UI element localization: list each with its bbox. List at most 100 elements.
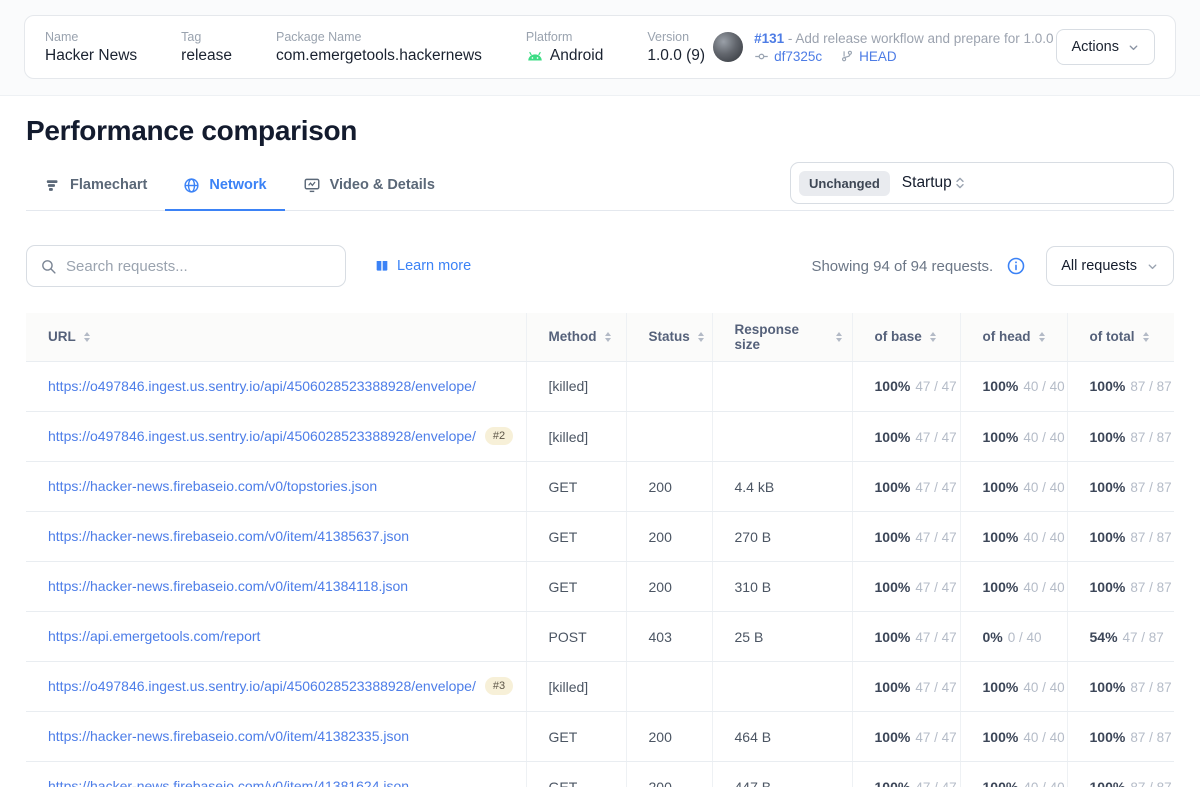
- response-size-cell: 310 B: [712, 562, 852, 612]
- field-label: Tag: [181, 30, 232, 44]
- tab-video-details[interactable]: Video & Details: [285, 163, 453, 211]
- request-url-link[interactable]: https://api.emergetools.com/report: [48, 628, 260, 644]
- branch-icon: [840, 49, 854, 63]
- updown-chevrons-icon: [952, 175, 968, 191]
- of-total-cell: 100%87 / 87: [1067, 361, 1174, 412]
- android-icon: [526, 48, 544, 64]
- table-row[interactable]: https://hacker-news.firebaseio.com/v0/it…: [26, 762, 1174, 787]
- of-base-cell: 100%47 / 47: [852, 762, 960, 787]
- response-size-cell: [712, 662, 852, 712]
- pr-title-text: - Add release workflow and prepare for 1…: [784, 31, 1053, 46]
- column-header-response-size[interactable]: Response size: [712, 313, 852, 361]
- pr-number-link[interactable]: #131: [754, 31, 784, 46]
- status-badge: Unchanged: [799, 171, 890, 196]
- of-total-cell: 100%87 / 87: [1067, 562, 1174, 612]
- of-head-cell: 100%40 / 40: [960, 762, 1067, 787]
- method-cell: GET: [526, 712, 626, 762]
- field-platform: Platform Android: [526, 30, 603, 65]
- of-base-cell: 100%47 / 47: [852, 712, 960, 762]
- chevron-down-icon: [1146, 260, 1159, 273]
- table-row[interactable]: https://hacker-news.firebaseio.com/v0/it…: [26, 512, 1174, 562]
- chevron-down-icon: [1127, 41, 1140, 54]
- request-url-link[interactable]: https://hacker-news.firebaseio.com/v0/it…: [48, 778, 409, 787]
- flamechart-icon: [44, 177, 61, 194]
- request-url-link[interactable]: https://hacker-news.firebaseio.com/v0/it…: [48, 578, 408, 594]
- status-cell: [626, 662, 712, 712]
- table-row[interactable]: https://hacker-news.firebaseio.com/v0/to…: [26, 462, 1174, 512]
- status-cell: 403: [626, 612, 712, 662]
- of-head-cell: 100%40 / 40: [960, 712, 1067, 762]
- tab-label: Flamechart: [70, 177, 147, 193]
- status-cell: 200: [626, 562, 712, 612]
- sort-icon: [836, 332, 842, 342]
- table-body: https://o497846.ingest.us.sentry.io/api/…: [26, 361, 1174, 787]
- video-icon: [303, 176, 321, 194]
- branch-link[interactable]: HEAD: [859, 49, 897, 64]
- table-row[interactable]: https://api.emergetools.com/report POST …: [26, 612, 1174, 662]
- of-base-cell: 100%47 / 47: [852, 612, 960, 662]
- column-header-of-head[interactable]: of head: [960, 313, 1067, 361]
- commit-sha-link[interactable]: df7325c: [774, 49, 822, 64]
- table-row[interactable]: https://hacker-news.firebaseio.com/v0/it…: [26, 562, 1174, 612]
- commit-icon: [754, 49, 769, 64]
- field-label: Version: [647, 30, 705, 44]
- tab-network[interactable]: Network: [165, 163, 284, 211]
- field-value: Hacker News: [45, 47, 137, 65]
- request-url-link[interactable]: https://o497846.ingest.us.sentry.io/api/…: [48, 428, 476, 444]
- comparison-select-value: Startup: [902, 174, 952, 192]
- of-total-cell: 100%87 / 87: [1067, 462, 1174, 512]
- response-size-cell: [712, 361, 852, 412]
- field-package-name: Package Name com.emergetools.hackernews: [276, 30, 482, 65]
- method-cell: GET: [526, 562, 626, 612]
- sort-icon: [698, 332, 704, 342]
- of-head-cell: 100%40 / 40: [960, 562, 1067, 612]
- field-value: 1.0.0 (9): [647, 47, 705, 65]
- actions-button[interactable]: Actions: [1056, 29, 1155, 65]
- request-filter-dropdown[interactable]: All requests: [1046, 246, 1174, 286]
- of-total-cell: 100%87 / 87: [1067, 712, 1174, 762]
- column-header-of-base[interactable]: of base: [852, 313, 960, 361]
- top-band: Name Hacker News Tag release Package Nam…: [0, 0, 1200, 96]
- field-label: Name: [45, 30, 137, 44]
- method-cell: [killed]: [526, 662, 626, 712]
- status-cell: [626, 361, 712, 412]
- table-row[interactable]: https://o497846.ingest.us.sentry.io/api/…: [26, 662, 1174, 712]
- request-url-link[interactable]: https://o497846.ingest.us.sentry.io/api/…: [48, 378, 476, 394]
- field-value: release: [181, 47, 232, 65]
- book-icon: [374, 258, 390, 274]
- actions-button-label: Actions: [1071, 39, 1119, 55]
- request-url-link[interactable]: https://hacker-news.firebaseio.com/v0/to…: [48, 478, 377, 494]
- column-header-method[interactable]: Method: [526, 313, 626, 361]
- info-icon[interactable]: [1006, 256, 1026, 276]
- tab-label: Network: [209, 177, 266, 193]
- method-cell: [killed]: [526, 412, 626, 462]
- table-row[interactable]: https://o497846.ingest.us.sentry.io/api/…: [26, 412, 1174, 462]
- field-value: Android: [550, 47, 603, 65]
- request-count-badge: #2: [485, 427, 513, 445]
- response-size-cell: 447 B: [712, 762, 852, 787]
- comparison-select[interactable]: Unchanged Startup: [790, 162, 1174, 204]
- tabs: Flamechart Network Video & Details: [26, 163, 453, 210]
- column-header-of-total[interactable]: of total: [1067, 313, 1174, 361]
- field-version: Version 1.0.0 (9): [647, 30, 705, 65]
- column-header-status[interactable]: Status: [626, 313, 712, 361]
- tab-flamechart[interactable]: Flamechart: [26, 163, 165, 211]
- learn-more-link[interactable]: Learn more: [374, 258, 471, 274]
- column-header-url[interactable]: URL: [26, 313, 526, 361]
- of-total-cell: 54%47 / 87: [1067, 612, 1174, 662]
- search-input[interactable]: [66, 258, 332, 275]
- search-box[interactable]: [26, 245, 346, 287]
- of-head-cell: 100%40 / 40: [960, 412, 1067, 462]
- table-row[interactable]: https://o497846.ingest.us.sentry.io/api/…: [26, 361, 1174, 412]
- status-cell: [626, 412, 712, 462]
- method-cell: GET: [526, 512, 626, 562]
- tabs-row: Flamechart Network Video & Details Uncha…: [26, 162, 1174, 211]
- field-value: com.emergetools.hackernews: [276, 47, 482, 65]
- table-row[interactable]: https://hacker-news.firebaseio.com/v0/it…: [26, 712, 1174, 762]
- request-url-link[interactable]: https://hacker-news.firebaseio.com/v0/it…: [48, 528, 409, 544]
- toolbar: Learn more Showing 94 of 94 requests. Al…: [26, 245, 1174, 287]
- field-label: Package Name: [276, 30, 482, 44]
- showing-count-text: Showing 94 of 94 requests.: [811, 258, 993, 275]
- request-url-link[interactable]: https://o497846.ingest.us.sentry.io/api/…: [48, 678, 476, 694]
- request-url-link[interactable]: https://hacker-news.firebaseio.com/v0/it…: [48, 728, 409, 744]
